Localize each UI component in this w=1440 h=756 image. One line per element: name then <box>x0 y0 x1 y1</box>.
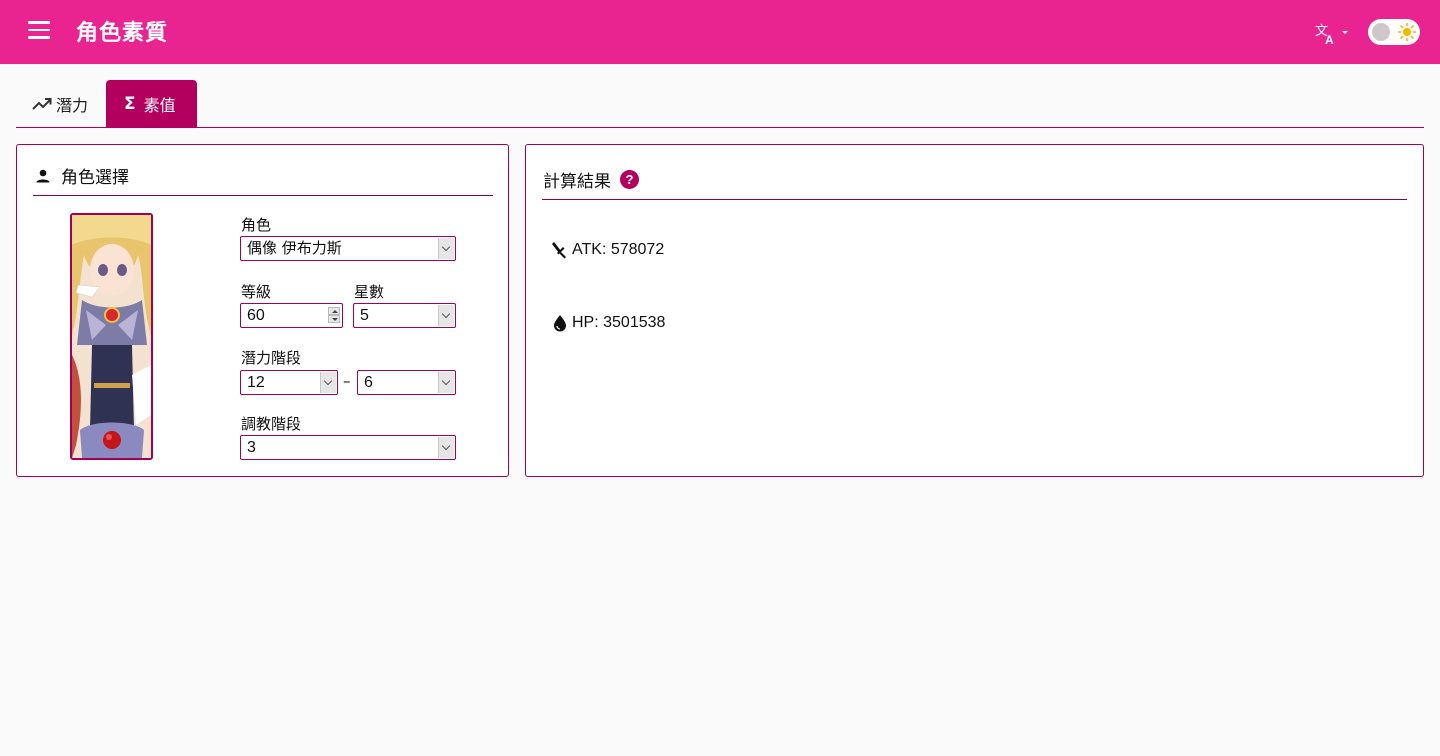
tab-bar: 潛力 Σ 素值 <box>16 80 1424 128</box>
stepper-down-icon[interactable] <box>328 315 340 323</box>
hp-value: HP: 3501538 <box>572 314 666 331</box>
hp-result: HP: 3501538 <box>552 314 665 332</box>
tab-potential[interactable]: 潛力 <box>16 80 106 127</box>
sword-icon <box>552 242 566 259</box>
tab-potential-label: 潛力 <box>56 95 89 115</box>
level-input[interactable]: 60 <box>240 303 343 328</box>
chevron-down-icon <box>438 372 454 393</box>
character-selection-title: 角色選擇 <box>61 168 129 188</box>
theme-toggle[interactable] <box>1368 19 1420 45</box>
result-title: 計算結果 <box>543 172 611 192</box>
help-icon[interactable]: ? <box>620 170 639 189</box>
stars-label: 星數 <box>354 283 385 301</box>
potential-from-select[interactable]: 12 <box>240 370 338 395</box>
potential-from-value: 12 <box>247 374 265 391</box>
range-separator: – <box>343 372 351 390</box>
training-stage-select[interactable]: 3 <box>240 435 456 460</box>
sigma-icon: Σ <box>124 93 136 114</box>
stepper-up-icon[interactable] <box>328 307 340 315</box>
stars-select[interactable]: 5 <box>353 303 456 328</box>
potential-stage-label: 潛力階段 <box>241 349 302 367</box>
stars-select-value: 5 <box>360 307 369 324</box>
header-divider <box>33 195 493 196</box>
result-header: 計算結果 ? <box>543 167 639 192</box>
potential-to-value: 6 <box>364 374 373 391</box>
result-card: 計算結果 ? ATK: 578072 HP: 3501538 <box>525 144 1424 477</box>
level-input-value: 60 <box>247 307 265 324</box>
trending-up-icon <box>32 97 52 110</box>
chevron-down-icon <box>320 372 336 393</box>
character-select-value: 偶像 伊布力斯 <box>247 239 342 257</box>
app-bar: 角色素質 文 A <box>0 0 1440 64</box>
level-stepper[interactable] <box>328 307 340 324</box>
app-title: 角色素質 <box>76 21 169 46</box>
character-selection-card: 角色選擇 角色 偶像 伊布力斯 等級 星數 60 5 潛力階段 12 – 6 調… <box>16 144 509 477</box>
chevron-down-icon <box>438 238 454 259</box>
level-label: 等級 <box>241 283 272 301</box>
training-stage-value: 3 <box>247 439 256 456</box>
character-select[interactable]: 偶像 伊布力斯 <box>240 236 456 261</box>
svg-text:A: A <box>1325 33 1334 46</box>
tab-values[interactable]: Σ 素值 <box>106 80 197 127</box>
menu-icon[interactable] <box>28 21 50 39</box>
translate-button[interactable]: 文 A <box>1314 20 1350 47</box>
character-label: 角色 <box>241 216 272 234</box>
translate-icon: 文 A <box>1315 24 1348 47</box>
person-icon <box>36 169 50 182</box>
atk-value: ATK: 578072 <box>572 241 665 258</box>
tab-values-label: 素值 <box>143 95 176 115</box>
potential-to-select[interactable]: 6 <box>357 370 456 395</box>
toggle-knob <box>1372 23 1390 41</box>
training-stage-label: 調教階段 <box>241 415 302 433</box>
chevron-down-icon <box>438 305 454 326</box>
droplet-icon <box>554 315 566 332</box>
atk-result: ATK: 578072 <box>552 241 664 259</box>
chevron-down-icon <box>438 437 454 458</box>
header-divider <box>542 199 1407 200</box>
character-portrait <box>70 213 153 460</box>
character-selection-header: 角色選擇 <box>34 163 129 188</box>
sun-icon <box>1397 22 1417 42</box>
